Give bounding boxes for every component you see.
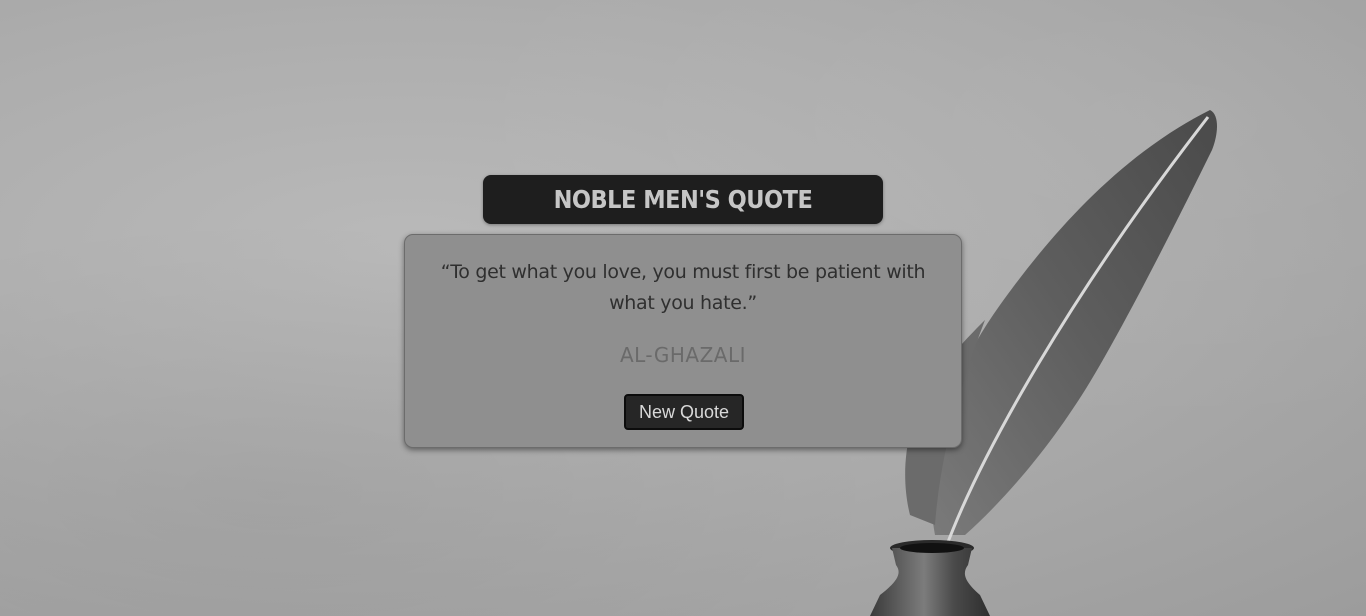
quote-text: “To get what you love, you must first be…: [440, 261, 926, 314]
new-quote-button[interactable]: New Quote: [624, 394, 744, 430]
title-bar: NOBLE MEN'S QUOTE: [483, 175, 883, 224]
page-title: NOBLE MEN'S QUOTE: [553, 185, 813, 214]
quote-card: “To get what you love, you must first be…: [404, 234, 962, 448]
quote-author: AL-GHAZALI: [619, 343, 747, 367]
